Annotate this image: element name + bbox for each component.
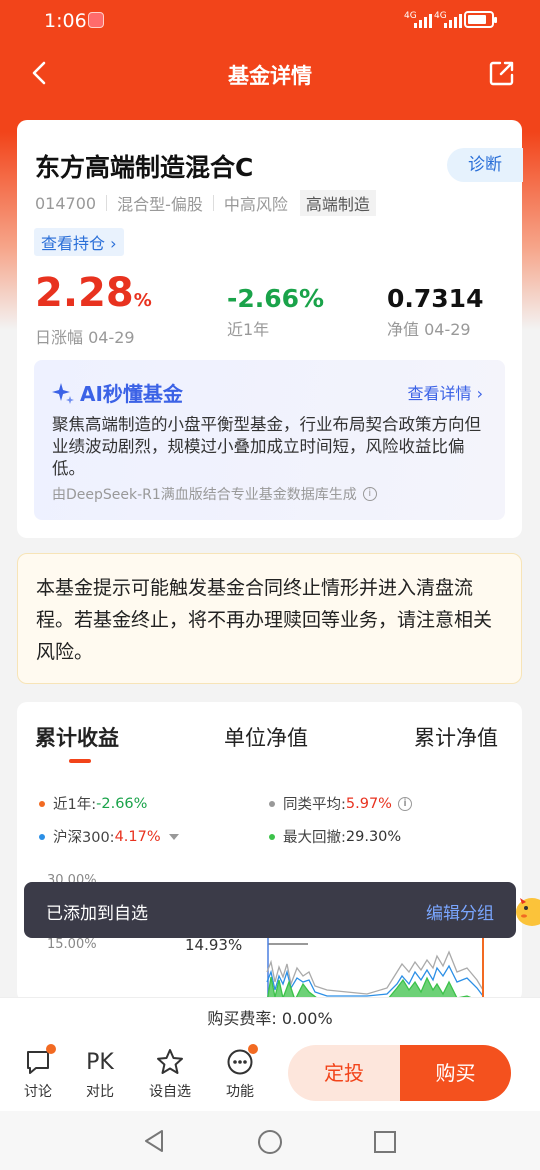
info-icon[interactable]: i — [397, 796, 412, 811]
tab-cumulative-return[interactable]: 累计收益 — [35, 722, 119, 752]
legend-label: 近1年: — [53, 797, 97, 813]
tab-indicator — [69, 759, 91, 763]
daily-change-unit: % — [133, 290, 152, 311]
edit-group-button[interactable]: 编辑分组 — [426, 899, 494, 924]
battery-icon — [464, 11, 497, 28]
nav-stat: 0.7314 净值 04-29 — [387, 270, 483, 340]
ai-details-link[interactable]: 查看详情 › — [408, 380, 484, 404]
daily-change-label: 日涨幅 04-29 — [35, 328, 135, 347]
app-notification-icon — [88, 12, 104, 28]
legend-dot — [39, 833, 45, 840]
year-return-value: -2.66% — [227, 284, 325, 313]
compare-label: 对比 — [86, 1084, 114, 1100]
notification-dot — [46, 1044, 56, 1054]
ai-title: AI秒懂基金 — [52, 378, 183, 407]
system-nav-bar — [0, 1111, 540, 1170]
chart-tabs: 累计收益 单位净值 累计净值 — [17, 722, 522, 762]
fund-meta: 014700 混合型-偏股 中高风险 高端制造 — [35, 190, 376, 216]
signal-icon — [414, 12, 432, 28]
legend-item-peer-avg: 同类平均: 5.97% i — [269, 793, 412, 814]
features-label: 功能 — [226, 1084, 254, 1100]
diagnose-button[interactable]: 诊断 — [447, 148, 523, 182]
sparkle-icon — [52, 382, 74, 404]
legend-dot — [39, 800, 45, 807]
watchlist-label: 设自选 — [149, 1084, 191, 1100]
legend-item-max-drawdown: 最大回撤: 29.30% — [269, 826, 401, 847]
status-time: 1:06 — [44, 10, 87, 32]
legend-label: 最大回撤: — [283, 830, 346, 846]
daily-change-stat: 2.28% 日涨幅 04-29 — [35, 270, 152, 348]
auto-invest-button[interactable]: 定投 — [288, 1045, 400, 1101]
view-holdings-link[interactable]: 查看持仓 › — [34, 228, 124, 256]
toast: 已添加到自选 编辑分组 — [24, 882, 516, 938]
nav-home-icon[interactable] — [257, 1129, 283, 1155]
signal-icon-2 — [444, 12, 462, 28]
share-icon[interactable] — [488, 59, 516, 87]
info-icon[interactable]: i — [362, 487, 377, 501]
tab-cumulative-nav[interactable]: 累计净值 — [414, 722, 498, 752]
buy-button[interactable]: 购买 — [400, 1045, 511, 1101]
purchase-fee: 购买费率: 0.00% — [0, 997, 540, 1039]
nav-back-icon[interactable] — [142, 1129, 166, 1153]
toast-message: 已添加到自选 — [46, 904, 148, 924]
year-return-stat: -2.66% 近1年 — [227, 270, 324, 340]
discuss-button[interactable]: 讨论 — [12, 1044, 64, 1101]
legend-value: 5.97% — [345, 795, 392, 812]
ai-summary-text: 聚焦高端制造的小盘平衡型基金，行业布局契合政策方向但业绩波动剧烈，规模过小叠加成… — [52, 415, 481, 478]
legend-label: 沪深300: — [53, 830, 115, 846]
fund-name: 东方高端制造混合C — [35, 153, 254, 182]
compare-button[interactable]: PK 对比 — [74, 1047, 126, 1101]
fund-theme-tag[interactable]: 高端制造 — [299, 190, 376, 216]
chevron-down-icon[interactable] — [168, 833, 179, 840]
fund-risk: 中高风险 — [223, 195, 288, 214]
ai-source-text: 由DeepSeek-R1满血版结合专业基金数据库生成 — [52, 487, 357, 503]
legend-value: 4.17% — [114, 828, 161, 845]
add-watchlist-button[interactable]: 设自选 — [144, 1047, 196, 1101]
legend-dot — [269, 833, 275, 840]
status-bar: 1:06 4G 4G — [0, 0, 540, 42]
nav-bar: 基金详情 — [0, 48, 540, 100]
discuss-label: 讨论 — [24, 1084, 52, 1100]
legend-value: 29.30% — [345, 828, 402, 845]
notification-dot — [248, 1044, 258, 1054]
fund-summary-card: 东方高端制造混合C 诊断 014700 混合型-偏股 中高风险 高端制造 查看持… — [17, 120, 523, 538]
nav-value: 0.7314 — [387, 284, 484, 313]
fund-type: 混合型-偏股 — [117, 195, 203, 214]
ai-title-text: AI秒懂基金 — [80, 382, 183, 406]
liquidation-warning: 本基金提示可能触发基金合同终止情形并进入清盘流程。若基金终止，将不再办理赎回等业… — [17, 553, 522, 684]
performance-card: 累计收益 单位净值 累计净值 近1年: -2.66% 同类平均: 5.97% i… — [17, 702, 522, 1002]
mascot-icon[interactable] — [512, 890, 540, 930]
nav-recents-icon[interactable] — [373, 1130, 397, 1154]
legend-item-fund: 近1年: -2.66% — [39, 793, 147, 814]
legend-value: -2.66% — [96, 795, 148, 812]
ai-summary-box[interactable]: AI秒懂基金 查看详情 › 聚焦高端制造的小盘平衡型基金，行业布局契合政策方向但… — [34, 360, 505, 520]
legend-dot — [269, 800, 275, 807]
ai-source-note: 由DeepSeek-R1满血版结合专业基金数据库生成 i — [52, 484, 377, 504]
nav-label: 净值 04-29 — [387, 320, 471, 339]
fund-code: 014700 — [35, 193, 97, 213]
legend-label: 同类平均: — [283, 797, 346, 813]
star-icon — [157, 1049, 183, 1074]
daily-change-value: 2.28 — [35, 270, 134, 316]
page-title: 基金详情 — [228, 64, 312, 88]
pk-icon: PK — [86, 1049, 114, 1075]
tab-unit-nav[interactable]: 单位净值 — [224, 722, 308, 752]
legend-item-csi300[interactable]: 沪深300: 4.17% — [39, 826, 179, 847]
features-button[interactable]: 功能 — [214, 1044, 266, 1101]
bottom-toolbar: 讨论 PK 对比 设自选 功能 定投 购买 — [0, 1039, 540, 1111]
